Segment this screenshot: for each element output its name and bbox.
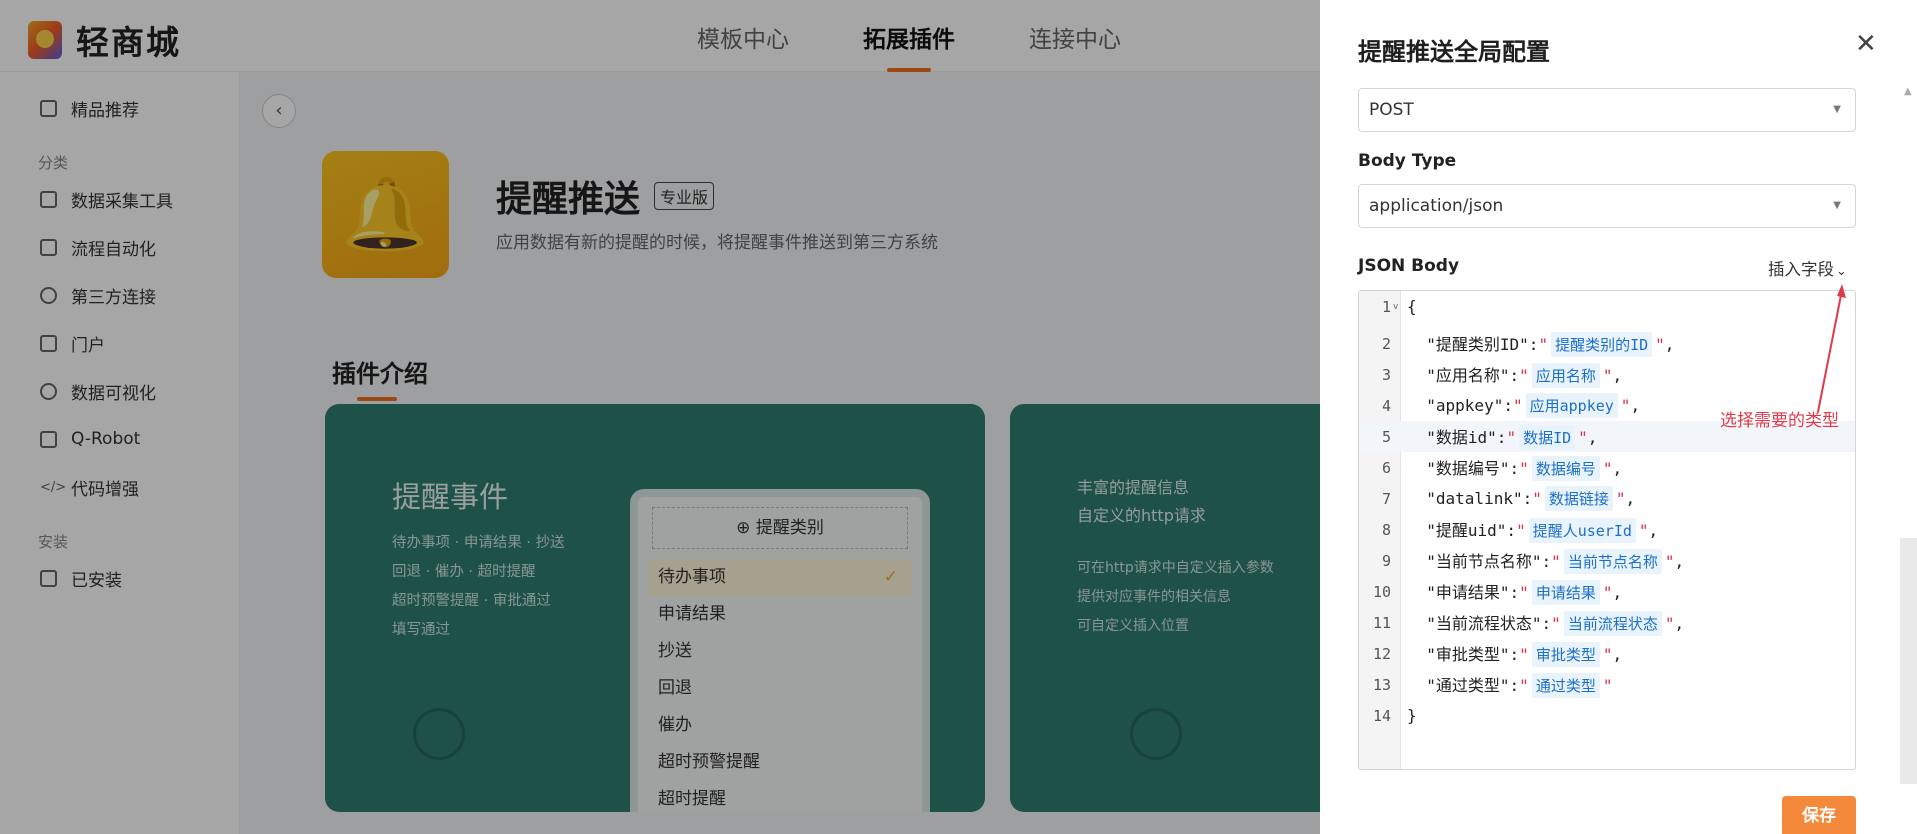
body-type-value: application/json (1369, 196, 1504, 216)
line-number: 9 (1381, 551, 1391, 570)
line-number: 12 (1372, 644, 1391, 663)
caret-down-icon: ▼ (1833, 104, 1841, 115)
line-number: 1 (1381, 297, 1391, 316)
code-text: "应用名称":" 应用名称 ", (1401, 362, 1622, 388)
line-number: 8 (1381, 520, 1391, 539)
code-text: "数据id":" 数据ID ", (1401, 424, 1597, 450)
code-line[interactable]: 9 "当前节点名称":" 当前节点名称 ", (1359, 545, 1855, 576)
field-tag[interactable]: 数据编号 (1531, 455, 1600, 481)
line-number: 7 (1381, 489, 1391, 508)
drawer-title: 提醒推送全局配置 (1358, 38, 1550, 66)
field-tag[interactable]: 应用appkey (1525, 393, 1618, 418)
body-type-label: Body Type (1358, 151, 1457, 171)
field-tag[interactable]: 应用名称 (1531, 362, 1600, 388)
json-body-label: JSON Body (1358, 256, 1460, 276)
line-number: 6 (1381, 458, 1391, 477)
code-line[interactable]: 14} (1359, 700, 1855, 731)
code-line[interactable]: 12 "审批类型":" 审批类型 ", (1359, 638, 1855, 669)
code-line[interactable]: 2 "提醒类别ID":" 提醒类别的ID ", (1359, 328, 1855, 359)
line-number: 4 (1381, 396, 1391, 415)
field-tag[interactable]: 提醒人userId (1528, 517, 1636, 543)
field-tag[interactable]: 当前节点名称 (1563, 548, 1662, 574)
field-tag[interactable]: 数据ID (1519, 424, 1576, 450)
line-number: 13 (1372, 675, 1391, 694)
code-line[interactable]: 3 "应用名称":" 应用名称 ", (1359, 359, 1855, 390)
code-line[interactable]: 8 "提醒uid":" 提醒人userId ", (1359, 514, 1855, 545)
code-text: "审批类型":" 审批类型 ", (1401, 641, 1622, 667)
line-number: 3 (1381, 365, 1391, 384)
field-tag[interactable]: 申请结果 (1531, 579, 1600, 605)
code-text: "提醒uid":" 提醒人userId ", (1401, 517, 1658, 543)
code-line[interactable]: 13 "通过类型":" 通过类型 " (1359, 669, 1855, 700)
code-line[interactable]: 1 v { (1359, 291, 1855, 322)
code-line[interactable]: 10 "申请结果":" 申请结果 ", (1359, 576, 1855, 607)
body-type-select[interactable]: application/json ▼ (1358, 184, 1856, 228)
close-icon[interactable]: ✕ (1855, 30, 1877, 58)
annotation-text: 选择需要的类型 (1720, 411, 1839, 431)
modal-overlay[interactable] (0, 0, 1320, 834)
scroll-up-arrow[interactable]: ▲ (1904, 86, 1912, 97)
code-text: "数据编号":" 数据编号 ", (1401, 455, 1622, 481)
code-text: "申请结果":" 申请结果 ", (1401, 579, 1622, 605)
config-drawer: 提醒推送全局配置 ✕ ▲ POST ▼ Body Type applicatio… (1320, 0, 1917, 834)
insert-field-label: 插入字段 (1768, 260, 1834, 279)
field-tag[interactable]: 通过类型 (1531, 672, 1600, 698)
save-button[interactable]: 保存 (1782, 796, 1856, 834)
field-tag[interactable]: 提醒类别的ID (1551, 331, 1653, 357)
field-tag[interactable]: 当前流程状态 (1563, 610, 1662, 636)
scrollbar[interactable] (1900, 538, 1917, 784)
field-tag[interactable]: 审批类型 (1531, 641, 1600, 667)
code-text: { (1407, 297, 1417, 316)
code-text: "提醒类别ID":" 提醒类别的ID ", (1401, 331, 1674, 357)
code-line[interactable]: 6 "数据编号":" 数据编号 ", (1359, 452, 1855, 483)
code-text: } (1407, 706, 1417, 725)
method-select[interactable]: POST ▼ (1358, 88, 1856, 132)
code-line[interactable]: 11 "当前流程状态":" 当前流程状态 ", (1359, 607, 1855, 638)
fold-chevron-icon[interactable]: v (1391, 302, 1401, 312)
line-number: 14 (1372, 706, 1391, 725)
code-text: "当前节点名称":" 当前节点名称 ", (1401, 548, 1684, 574)
code-text: "appkey":" 应用appkey ", (1401, 393, 1640, 418)
insert-field-button[interactable]: 插入字段 ⌄ (1768, 256, 1847, 280)
caret-down-icon: ▼ (1833, 200, 1841, 211)
line-number: 10 (1372, 582, 1391, 601)
field-tag[interactable]: 数据链接 (1544, 486, 1613, 511)
code-line[interactable]: 7 "datalink":" 数据链接 ", (1359, 483, 1855, 514)
chevron-down-icon: ⌄ (1836, 264, 1847, 279)
json-editor[interactable]: 1 v{2 "提醒类别ID":" 提醒类别的ID ", 3 "应用名称":" 应用名称 ",… (1358, 290, 1856, 770)
line-number: 2 (1381, 334, 1391, 353)
code-text: "datalink":" 数据链接 ", (1401, 486, 1635, 511)
code-text: "通过类型":" 通过类型 " (1401, 672, 1612, 698)
code-text: "当前流程状态":" 当前流程状态 ", (1401, 610, 1684, 636)
method-value: POST (1369, 100, 1414, 120)
line-number: 5 (1381, 427, 1391, 446)
annotation-arrow-icon (1817, 284, 1846, 413)
line-number: 11 (1372, 613, 1391, 632)
